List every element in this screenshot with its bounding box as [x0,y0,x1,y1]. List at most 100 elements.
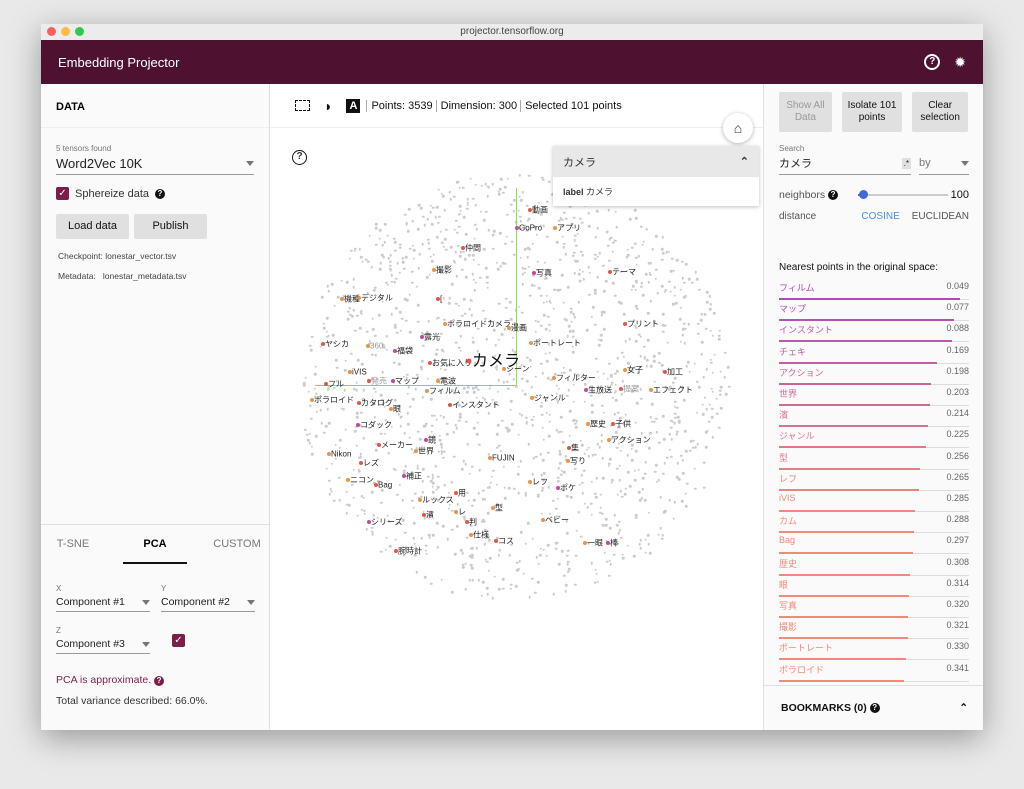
neighbors-slider[interactable] [858,190,949,200]
data-point [689,449,692,452]
nearest-item[interactable]: 撮影 0.321 [779,618,969,640]
data-point [684,262,688,266]
minimize-window-button[interactable] [61,27,70,36]
data-point [314,434,318,438]
tab-custom[interactable]: CUSTOM [205,525,269,564]
load-data-button[interactable]: Load data [56,214,129,239]
nearest-item[interactable]: 世界 0.203 [779,385,969,406]
data-point [392,467,396,471]
data-point [334,443,337,447]
data-point [452,431,456,434]
data-point [495,261,498,265]
nearest-item[interactable]: Bag 0.297 [779,533,969,555]
data-point [445,228,448,232]
nearest-item[interactable]: カム 0.288 [779,512,969,534]
nearest-item[interactable]: フィルム 0.049 [779,279,969,300]
selection-box-icon[interactable] [295,100,310,111]
sphereize-checkbox[interactable]: ✓ [56,187,69,200]
data-point [518,559,521,563]
z-enable-checkbox[interactable]: ✓ [172,633,185,647]
data-point [466,442,469,446]
data-point [563,242,566,245]
nearest-item[interactable]: 型 0.256 [779,449,969,470]
x-component-select[interactable]: Component #1 [56,596,150,612]
data-point [360,411,363,415]
nearest-item[interactable] [779,682,969,684]
help-icon[interactable]: ? [155,188,165,199]
help-icon[interactable]: ? [828,190,839,200]
nearest-item[interactable]: ポートレート 0.330 [779,639,969,661]
clear-selection-button[interactable]: Clear selection [912,92,968,132]
data-point [693,467,696,470]
slider-thumb[interactable] [859,190,869,199]
z-component-select[interactable]: Component #3 [56,638,150,654]
labels-toggle-icon[interactable]: A [346,98,361,113]
nearest-item[interactable]: 写真 0.320 [779,597,969,618]
focus-point[interactable] [466,358,472,364]
show-all-data-button[interactable]: Show All Data [779,92,832,132]
data-point [352,387,356,390]
regex-toggle[interactable]: .* [901,157,911,169]
data-point [604,279,608,283]
data-point [616,446,619,449]
data-point [593,323,597,327]
chevron-down-icon [247,599,255,605]
nearest-item[interactable]: チェキ 0.169 [779,343,969,364]
data-point [672,517,675,520]
data-point [473,499,476,502]
point-label: 福袋 [397,346,413,356]
data-point [555,547,558,550]
data-point [483,543,486,546]
night-mode-icon[interactable]: ◗ [324,98,332,114]
search-by-select[interactable]: by [919,155,969,175]
isolate-points-button[interactable]: Isolate 101 points [841,92,903,132]
data-point [474,203,477,207]
nearest-item[interactable]: マップ 0.077 [779,300,969,322]
tab-tsne[interactable]: T-SNE [41,525,105,564]
data-point [302,381,306,385]
scatter-plot[interactable]: 動画 GoPro アプリ 仲間 撮影 写真 テーマ 機種 デジタル[ポラロイドカメラ 漫画 プリント… [271,129,763,729]
bug-icon[interactable]: ✹ [954,54,966,71]
data-point [458,255,462,258]
data-point [684,492,687,495]
nearest-item[interactable]: 歴史 0.308 [779,555,969,576]
nearest-item[interactable]: ジャンル 0.225 [779,427,969,449]
data-point [418,438,422,441]
help-circle-icon[interactable]: ? [924,54,941,70]
data-point [484,266,488,270]
collapse-icon[interactable]: ⌃ [740,155,749,168]
nearest-item[interactable]: レフ 0.265 [779,470,969,491]
data-point [565,217,568,221]
nearest-item[interactable]: 眼 0.314 [779,576,969,597]
dimension-count: Dimension: 300 [435,99,517,112]
expand-icon[interactable]: ⌃ [959,702,968,714]
euclidean-option[interactable]: EUCLIDEAN [912,211,969,222]
tensor-select[interactable]: Word2Vec 10K [56,156,254,175]
data-point [643,355,646,358]
y-component-select[interactable]: Component #2 [161,596,255,612]
help-icon[interactable]: ? [154,676,165,686]
zoom-window-button[interactable] [75,27,84,36]
nearest-item[interactable]: アクション 0.198 [779,364,969,385]
nearest-item[interactable]: インスタント 0.088 [779,321,969,343]
data-point [529,365,532,368]
data-point [681,260,684,264]
nearest-item[interactable]: 濱 0.214 [779,406,969,428]
help-icon[interactable]: ? [869,703,880,713]
point-info-title: カメラ [563,156,596,169]
cosine-option[interactable]: COSINE [861,211,899,222]
close-window-button[interactable] [47,27,56,36]
data-point [487,412,491,415]
data-point [688,370,691,373]
publish-button[interactable]: Publish [134,214,207,239]
nearest-item[interactable]: iVIS 0.285 [779,491,969,512]
data-point [434,464,438,468]
bookmarks-panel[interactable]: BOOKMARKS (0) ? ⌃ [764,685,983,730]
tab-pca[interactable]: PCA [123,525,187,564]
data-point [443,208,447,212]
data-panel-title: DATA [41,84,269,128]
data-point [379,229,382,232]
neighbors-value: 100 [950,189,969,201]
search-input[interactable]: カメラ .* [779,155,911,175]
nearest-item[interactable]: ポラロイド 0.341 [779,661,969,682]
